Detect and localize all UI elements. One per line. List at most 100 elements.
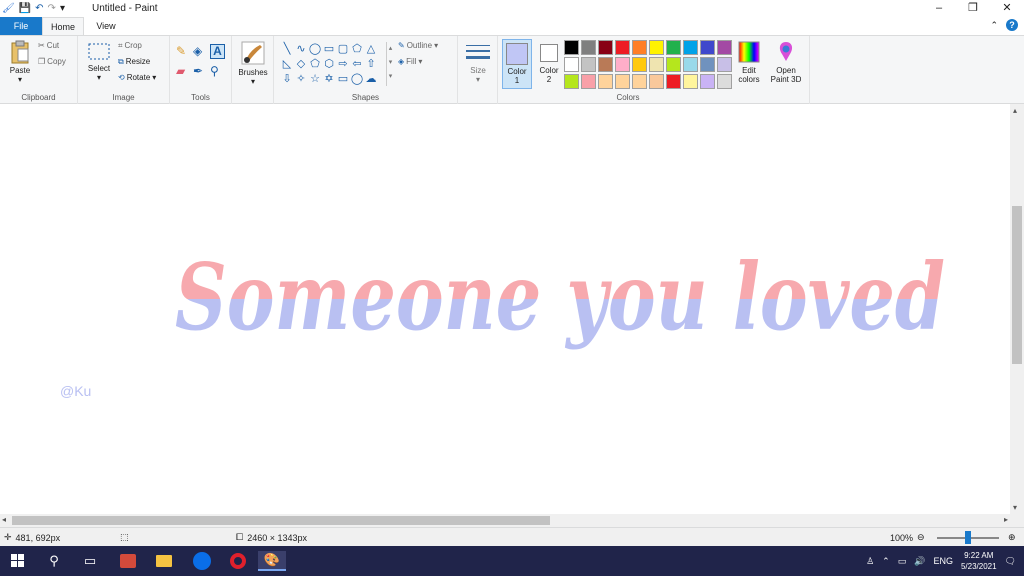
- cut-button[interactable]: ✂ Cut: [38, 40, 59, 52]
- redo-icon[interactable]: ↷: [48, 3, 56, 15]
- vertical-scrollbar[interactable]: ▴ ▾: [1010, 104, 1024, 514]
- paint-taskbar-icon[interactable]: 🎨: [258, 551, 286, 571]
- file-explorer-icon[interactable]: [150, 551, 178, 571]
- undo-icon[interactable]: ↶: [35, 3, 43, 15]
- color-palette[interactable]: [564, 40, 733, 90]
- drawing-canvas[interactable]: Someone you loved @Ku: [5, 104, 1010, 514]
- battery-icon[interactable]: ▭: [898, 556, 907, 567]
- palette-swatch[interactable]: [615, 40, 630, 55]
- palette-swatch[interactable]: [717, 57, 732, 72]
- zoom-out-icon[interactable]: ⊖: [917, 532, 925, 543]
- help-icon[interactable]: ?: [1006, 19, 1018, 31]
- oval-shape-icon[interactable]: ◯: [308, 42, 322, 57]
- down-arrow-shape-icon[interactable]: ⇩: [280, 72, 294, 87]
- shapes-scroll[interactable]: ▴ ▾ ▾: [386, 42, 394, 86]
- copy-button[interactable]: ❐ Copy: [38, 56, 66, 68]
- palette-swatch[interactable]: [666, 57, 681, 72]
- open-paint3d-button[interactable]: Open Paint 3D: [766, 40, 806, 84]
- palette-swatch[interactable]: [598, 57, 613, 72]
- rounded-rect-shape-icon[interactable]: ▢: [336, 42, 350, 57]
- people-icon[interactable]: ♙: [866, 556, 874, 567]
- notification-icon[interactable]: 🗨: [1005, 556, 1016, 567]
- pentagon-shape-icon[interactable]: ⬠: [308, 57, 322, 72]
- palette-swatch[interactable]: [581, 74, 596, 89]
- palette-swatch[interactable]: [598, 74, 613, 89]
- palette-swatch[interactable]: [683, 57, 698, 72]
- opera-icon[interactable]: [224, 551, 252, 571]
- restore-button[interactable]: ❐: [956, 0, 990, 17]
- close-button[interactable]: ✕: [990, 0, 1024, 17]
- five-point-star-icon[interactable]: ☆: [308, 72, 322, 87]
- left-arrow-shape-icon[interactable]: ⇦: [350, 57, 364, 72]
- six-point-star-icon[interactable]: ✡: [322, 72, 336, 87]
- palette-swatch[interactable]: [632, 74, 647, 89]
- crop-button[interactable]: ⌗ Crop: [118, 40, 142, 52]
- callout-cloud-icon[interactable]: ☁: [364, 72, 378, 87]
- right-triangle-shape-icon[interactable]: ◺: [280, 57, 294, 72]
- palette-swatch[interactable]: [615, 74, 630, 89]
- resize-button[interactable]: ⧉ Resize: [118, 56, 150, 68]
- scroll-left-icon[interactable]: ◂: [2, 515, 6, 524]
- start-button[interactable]: [4, 551, 32, 571]
- palette-swatch[interactable]: [649, 40, 664, 55]
- callout-oval-icon[interactable]: ◯: [350, 72, 364, 87]
- palette-swatch[interactable]: [649, 74, 664, 89]
- line-shape-icon[interactable]: ╲: [280, 42, 294, 57]
- four-point-star-icon[interactable]: ✧: [294, 72, 308, 87]
- zoom-in-icon[interactable]: ⊕: [1008, 532, 1016, 543]
- task-view-icon[interactable]: ▭: [76, 551, 104, 571]
- hexagon-shape-icon[interactable]: ⬡: [322, 57, 336, 72]
- color2-button[interactable]: Color 2: [536, 39, 562, 84]
- brushes-button[interactable]: Brushes ▾: [236, 40, 270, 86]
- color1-button[interactable]: Color 1: [502, 39, 532, 89]
- right-arrow-shape-icon[interactable]: ⇨: [336, 57, 350, 72]
- palette-swatch[interactable]: [666, 40, 681, 55]
- text-tool-icon[interactable]: A: [210, 44, 225, 59]
- collapse-ribbon-icon[interactable]: ⌃: [990, 20, 998, 31]
- palette-swatch[interactable]: [564, 74, 579, 89]
- palette-swatch[interactable]: [700, 40, 715, 55]
- customize-toolbar-icon[interactable]: ▾: [60, 3, 65, 15]
- palette-swatch[interactable]: [564, 40, 579, 55]
- palette-swatch[interactable]: [581, 40, 596, 55]
- rotate-button[interactable]: ⟲ Rotate ▾: [118, 72, 156, 84]
- search-icon[interactable]: ⚲: [40, 551, 68, 571]
- palette-swatch[interactable]: [564, 57, 579, 72]
- volume-icon[interactable]: 🔊: [914, 556, 925, 567]
- save-icon[interactable]: 💾: [19, 3, 31, 15]
- horizontal-scrollbar[interactable]: ◂ ▸: [0, 514, 1024, 527]
- palette-swatch[interactable]: [649, 57, 664, 72]
- clock[interactable]: 9:22 AM 5/23/2021: [961, 550, 997, 572]
- outline-button[interactable]: ✎ Outline ▾: [398, 40, 438, 52]
- palette-swatch[interactable]: [615, 57, 630, 72]
- palette-swatch[interactable]: [666, 74, 681, 89]
- callout-rect-icon[interactable]: ▭: [336, 72, 350, 87]
- color-picker-icon[interactable]: ✒: [193, 64, 210, 84]
- palette-swatch[interactable]: [632, 57, 647, 72]
- show-hidden-icons[interactable]: ⌃: [882, 556, 890, 567]
- polygon-shape-icon[interactable]: ⬠: [350, 42, 364, 57]
- scroll-right-icon[interactable]: ▸: [1004, 515, 1008, 524]
- palette-swatch[interactable]: [581, 57, 596, 72]
- eraser-icon[interactable]: ▰: [176, 64, 193, 84]
- input-language[interactable]: ENG: [933, 556, 953, 566]
- palette-swatch[interactable]: [717, 40, 732, 55]
- paste-button[interactable]: Paste ▾: [6, 40, 34, 84]
- triangle-shape-icon[interactable]: △: [364, 42, 378, 57]
- fill-button[interactable]: ◈ Fill ▾: [398, 56, 422, 68]
- pencil-icon[interactable]: ✎: [176, 44, 193, 64]
- scroll-down-icon[interactable]: ▾: [1013, 503, 1017, 512]
- fill-bucket-icon[interactable]: ◈: [193, 44, 210, 64]
- palette-swatch[interactable]: [700, 74, 715, 89]
- tab-file[interactable]: File: [0, 17, 42, 35]
- minimize-button[interactable]: –: [922, 0, 956, 17]
- rectangle-shape-icon[interactable]: ▭: [322, 42, 336, 57]
- store-icon[interactable]: [114, 551, 142, 571]
- palette-swatch[interactable]: [683, 74, 698, 89]
- palette-swatch[interactable]: [700, 57, 715, 72]
- diamond-shape-icon[interactable]: ◇: [294, 57, 308, 72]
- size-button[interactable]: Size ▾: [464, 42, 492, 84]
- shapes-gallery[interactable]: ╲ ∿ ◯ ▭ ▢ ⬠ △ ◺ ◇ ⬠ ⬡ ⇨ ⇦ ⇧ ⇩ ✧ ☆ ✡ ▭ ◯ …: [280, 42, 384, 86]
- vertical-scroll-thumb[interactable]: [1012, 206, 1022, 364]
- scroll-up-icon[interactable]: ▴: [1013, 106, 1017, 115]
